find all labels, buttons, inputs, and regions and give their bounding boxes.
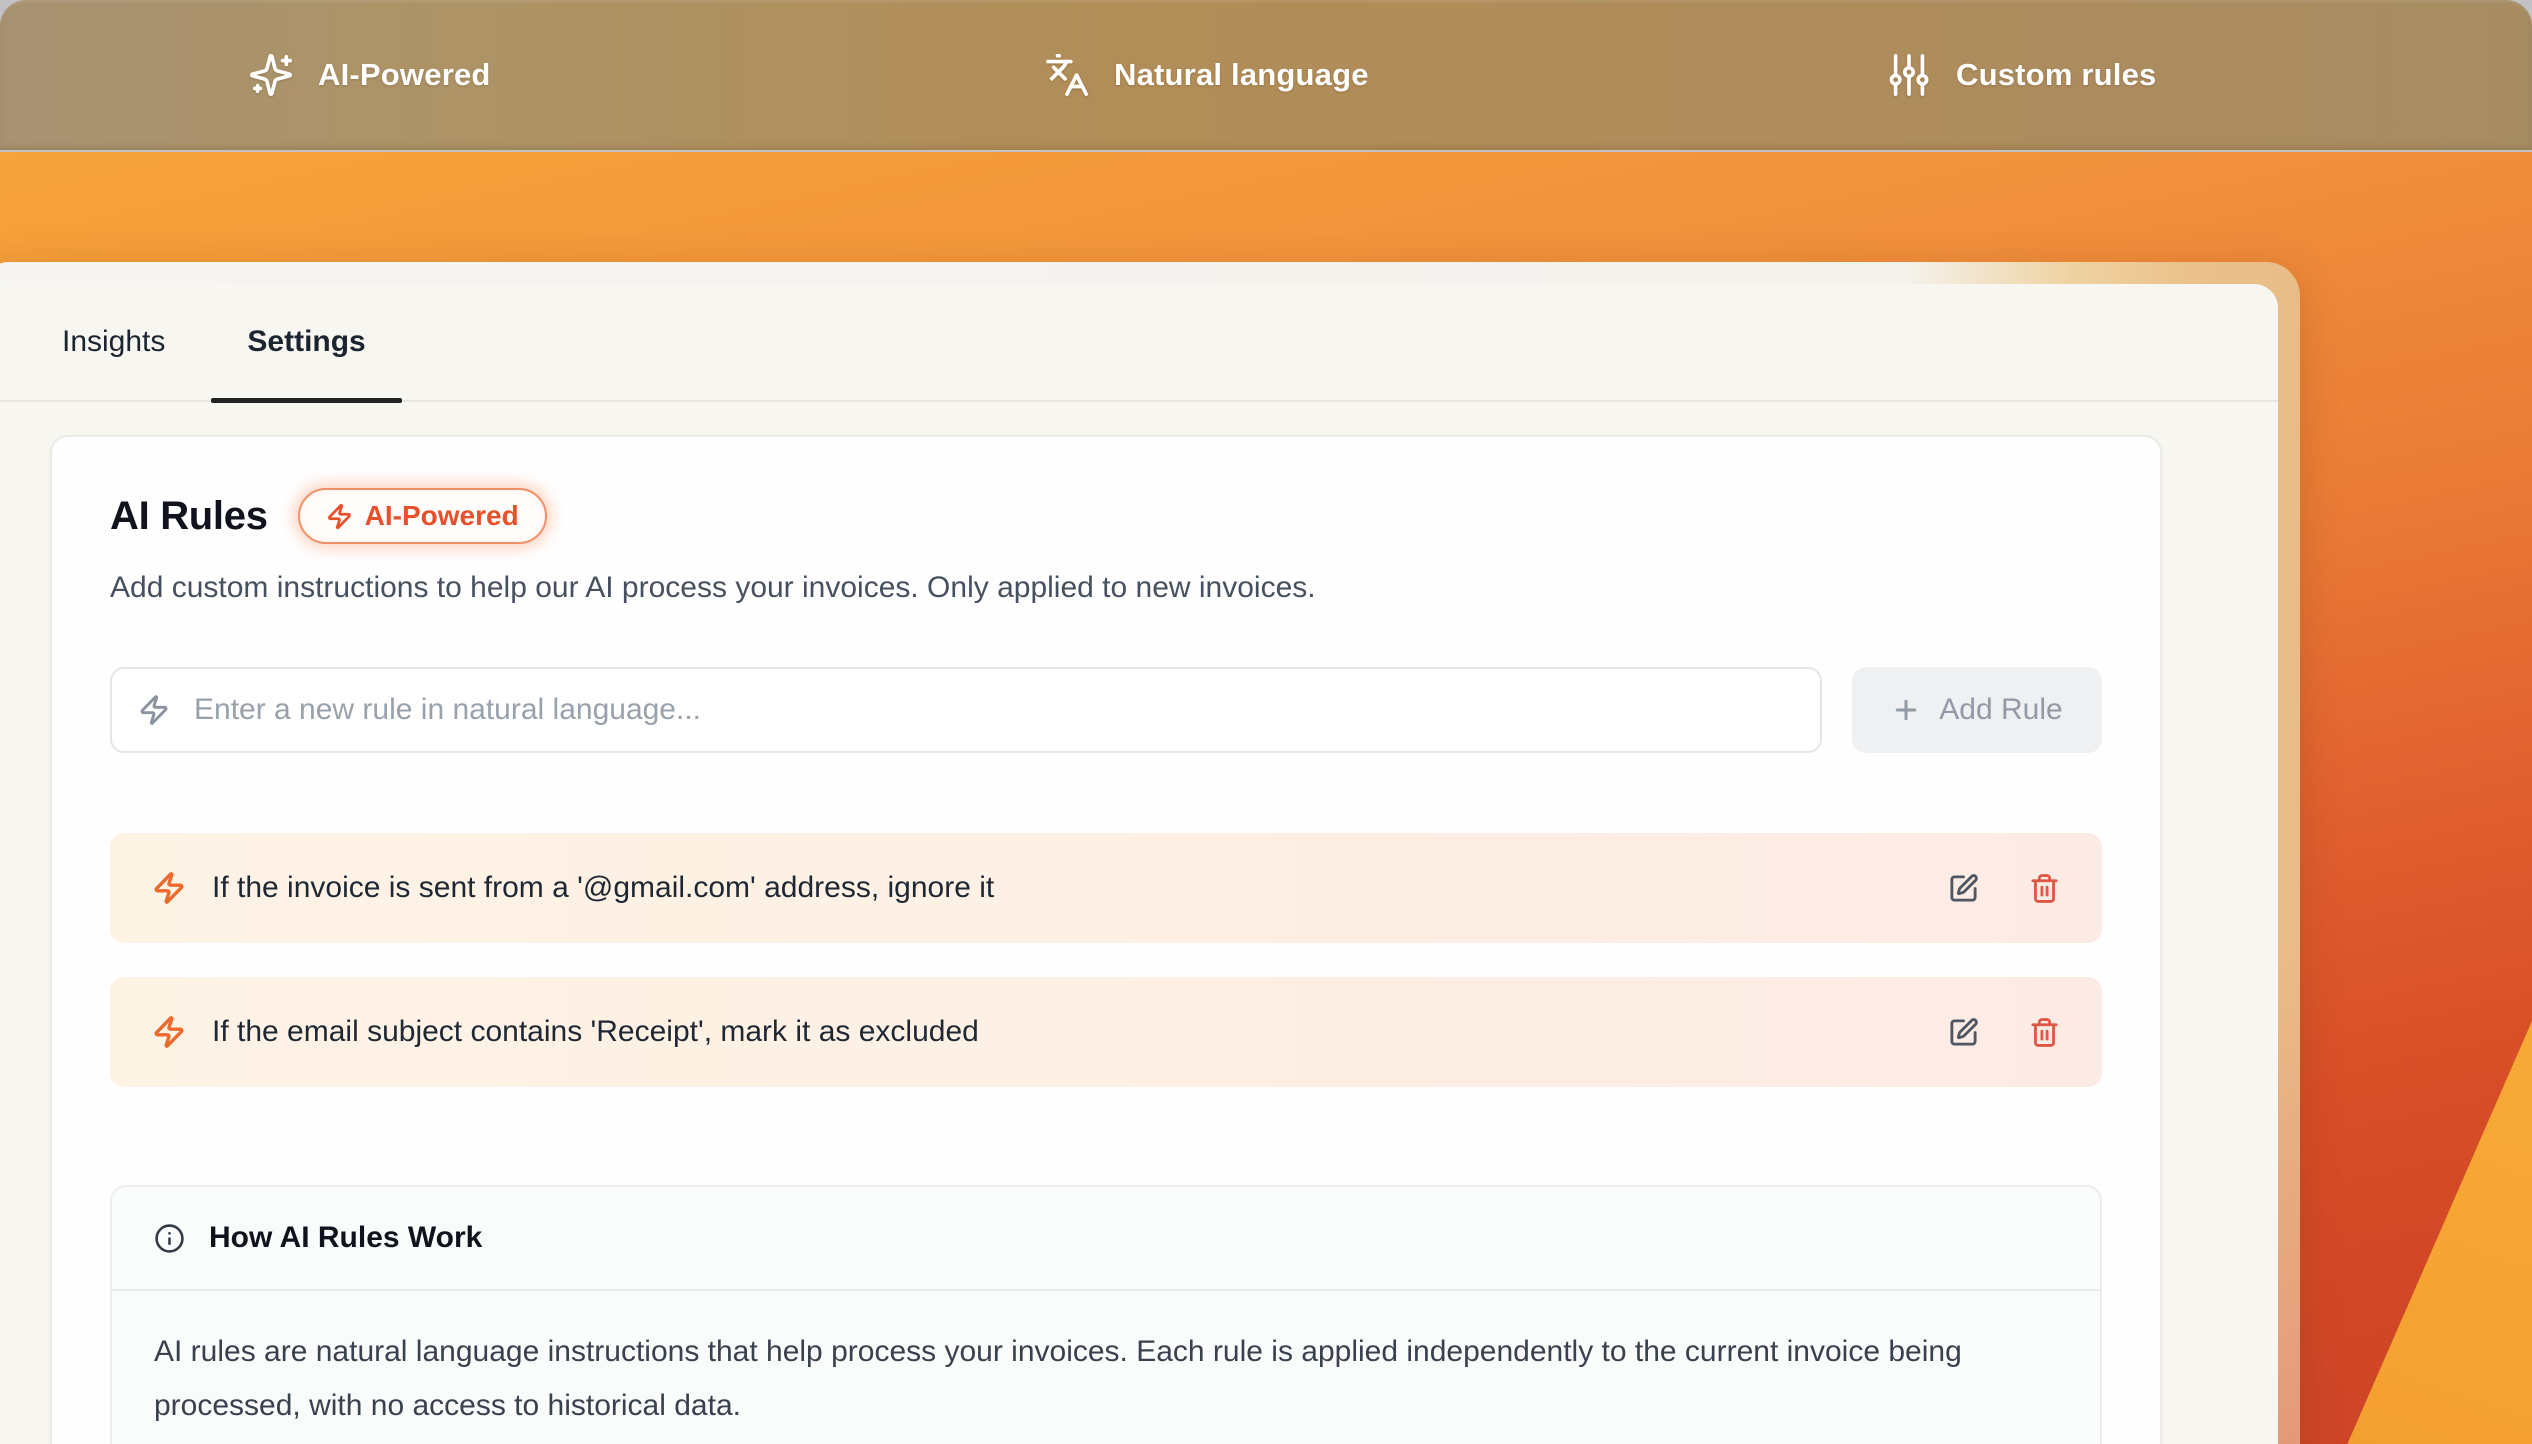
card-description: Add custom instructions to help our AI p…	[110, 571, 2102, 605]
trash-icon	[2029, 873, 2060, 904]
feature-label: Custom rules	[1956, 57, 2157, 93]
ai-rules-card: AI Rules AI-Powered Add custom instructi…	[50, 435, 2162, 1444]
sparkles-icon	[248, 52, 294, 98]
tab-bar: Insights Settings	[0, 284, 2278, 402]
info-title: How AI Rules Work	[209, 1221, 482, 1255]
trash-icon	[2029, 1017, 2060, 1048]
translate-icon	[1044, 52, 1090, 98]
rule-actions	[1948, 1017, 2060, 1048]
app-window-content: Insights Settings AI Rules AI-Powered Ad…	[0, 284, 2278, 1444]
new-rule-input[interactable]: Enter a new rule in natural language...	[110, 667, 1822, 753]
ai-powered-badge: AI-Powered	[298, 488, 547, 544]
bolt-icon	[152, 1015, 186, 1049]
rule-actions	[1948, 873, 2060, 904]
rule-row: If the invoice is sent from a '@gmail.co…	[110, 833, 2102, 943]
add-rule-label: Add Rule	[1939, 693, 2062, 727]
feature-label: AI-Powered	[318, 57, 491, 93]
tab-insights[interactable]: Insights	[26, 284, 201, 401]
info-header: How AI Rules Work	[112, 1187, 2100, 1291]
input-placeholder: Enter a new rule in natural language...	[194, 693, 701, 727]
badge-label: AI-Powered	[365, 500, 519, 532]
add-rule-button[interactable]: Add Rule	[1852, 667, 2102, 753]
bolt-icon	[326, 503, 353, 530]
delete-rule-button[interactable]	[2029, 1017, 2060, 1048]
bolt-icon	[138, 694, 170, 726]
edit-icon	[1948, 873, 1979, 904]
rule-input-row: Enter a new rule in natural language... …	[110, 667, 2102, 753]
feature-custom-rules: Custom rules	[1886, 0, 2157, 150]
delete-rule-button[interactable]	[2029, 873, 2060, 904]
wallpaper-wedge	[2272, 974, 2532, 1444]
info-body: AI rules are natural language instructio…	[112, 1291, 2092, 1444]
rule-text: If the email subject contains 'Receipt',…	[212, 1015, 979, 1049]
card-title: AI Rules	[110, 494, 268, 539]
feature-label: Natural language	[1114, 57, 1369, 93]
app-window: Insights Settings AI Rules AI-Powered Ad…	[0, 262, 2300, 1444]
plus-icon	[1891, 695, 1921, 725]
rule-text: If the invoice is sent from a '@gmail.co…	[212, 871, 994, 905]
card-title-row: AI Rules AI-Powered	[110, 487, 2102, 545]
edit-icon	[1948, 1017, 1979, 1048]
info-icon	[154, 1223, 185, 1254]
screen: AI-Powered Natural language Custom rules…	[0, 0, 2532, 1444]
bolt-icon	[152, 871, 186, 905]
edit-rule-button[interactable]	[1948, 1017, 1979, 1048]
tab-settings[interactable]: Settings	[211, 284, 401, 401]
edit-rule-button[interactable]	[1948, 873, 1979, 904]
rule-row: If the email subject contains 'Receipt',…	[110, 977, 2102, 1087]
how-rules-work-box: How AI Rules Work AI rules are natural l…	[110, 1185, 2102, 1444]
feature-bar: AI-Powered Natural language Custom rules	[0, 0, 2532, 150]
sliders-icon	[1886, 52, 1932, 98]
feature-natural-language: Natural language	[1044, 0, 1369, 150]
feature-ai-powered: AI-Powered	[248, 0, 491, 150]
